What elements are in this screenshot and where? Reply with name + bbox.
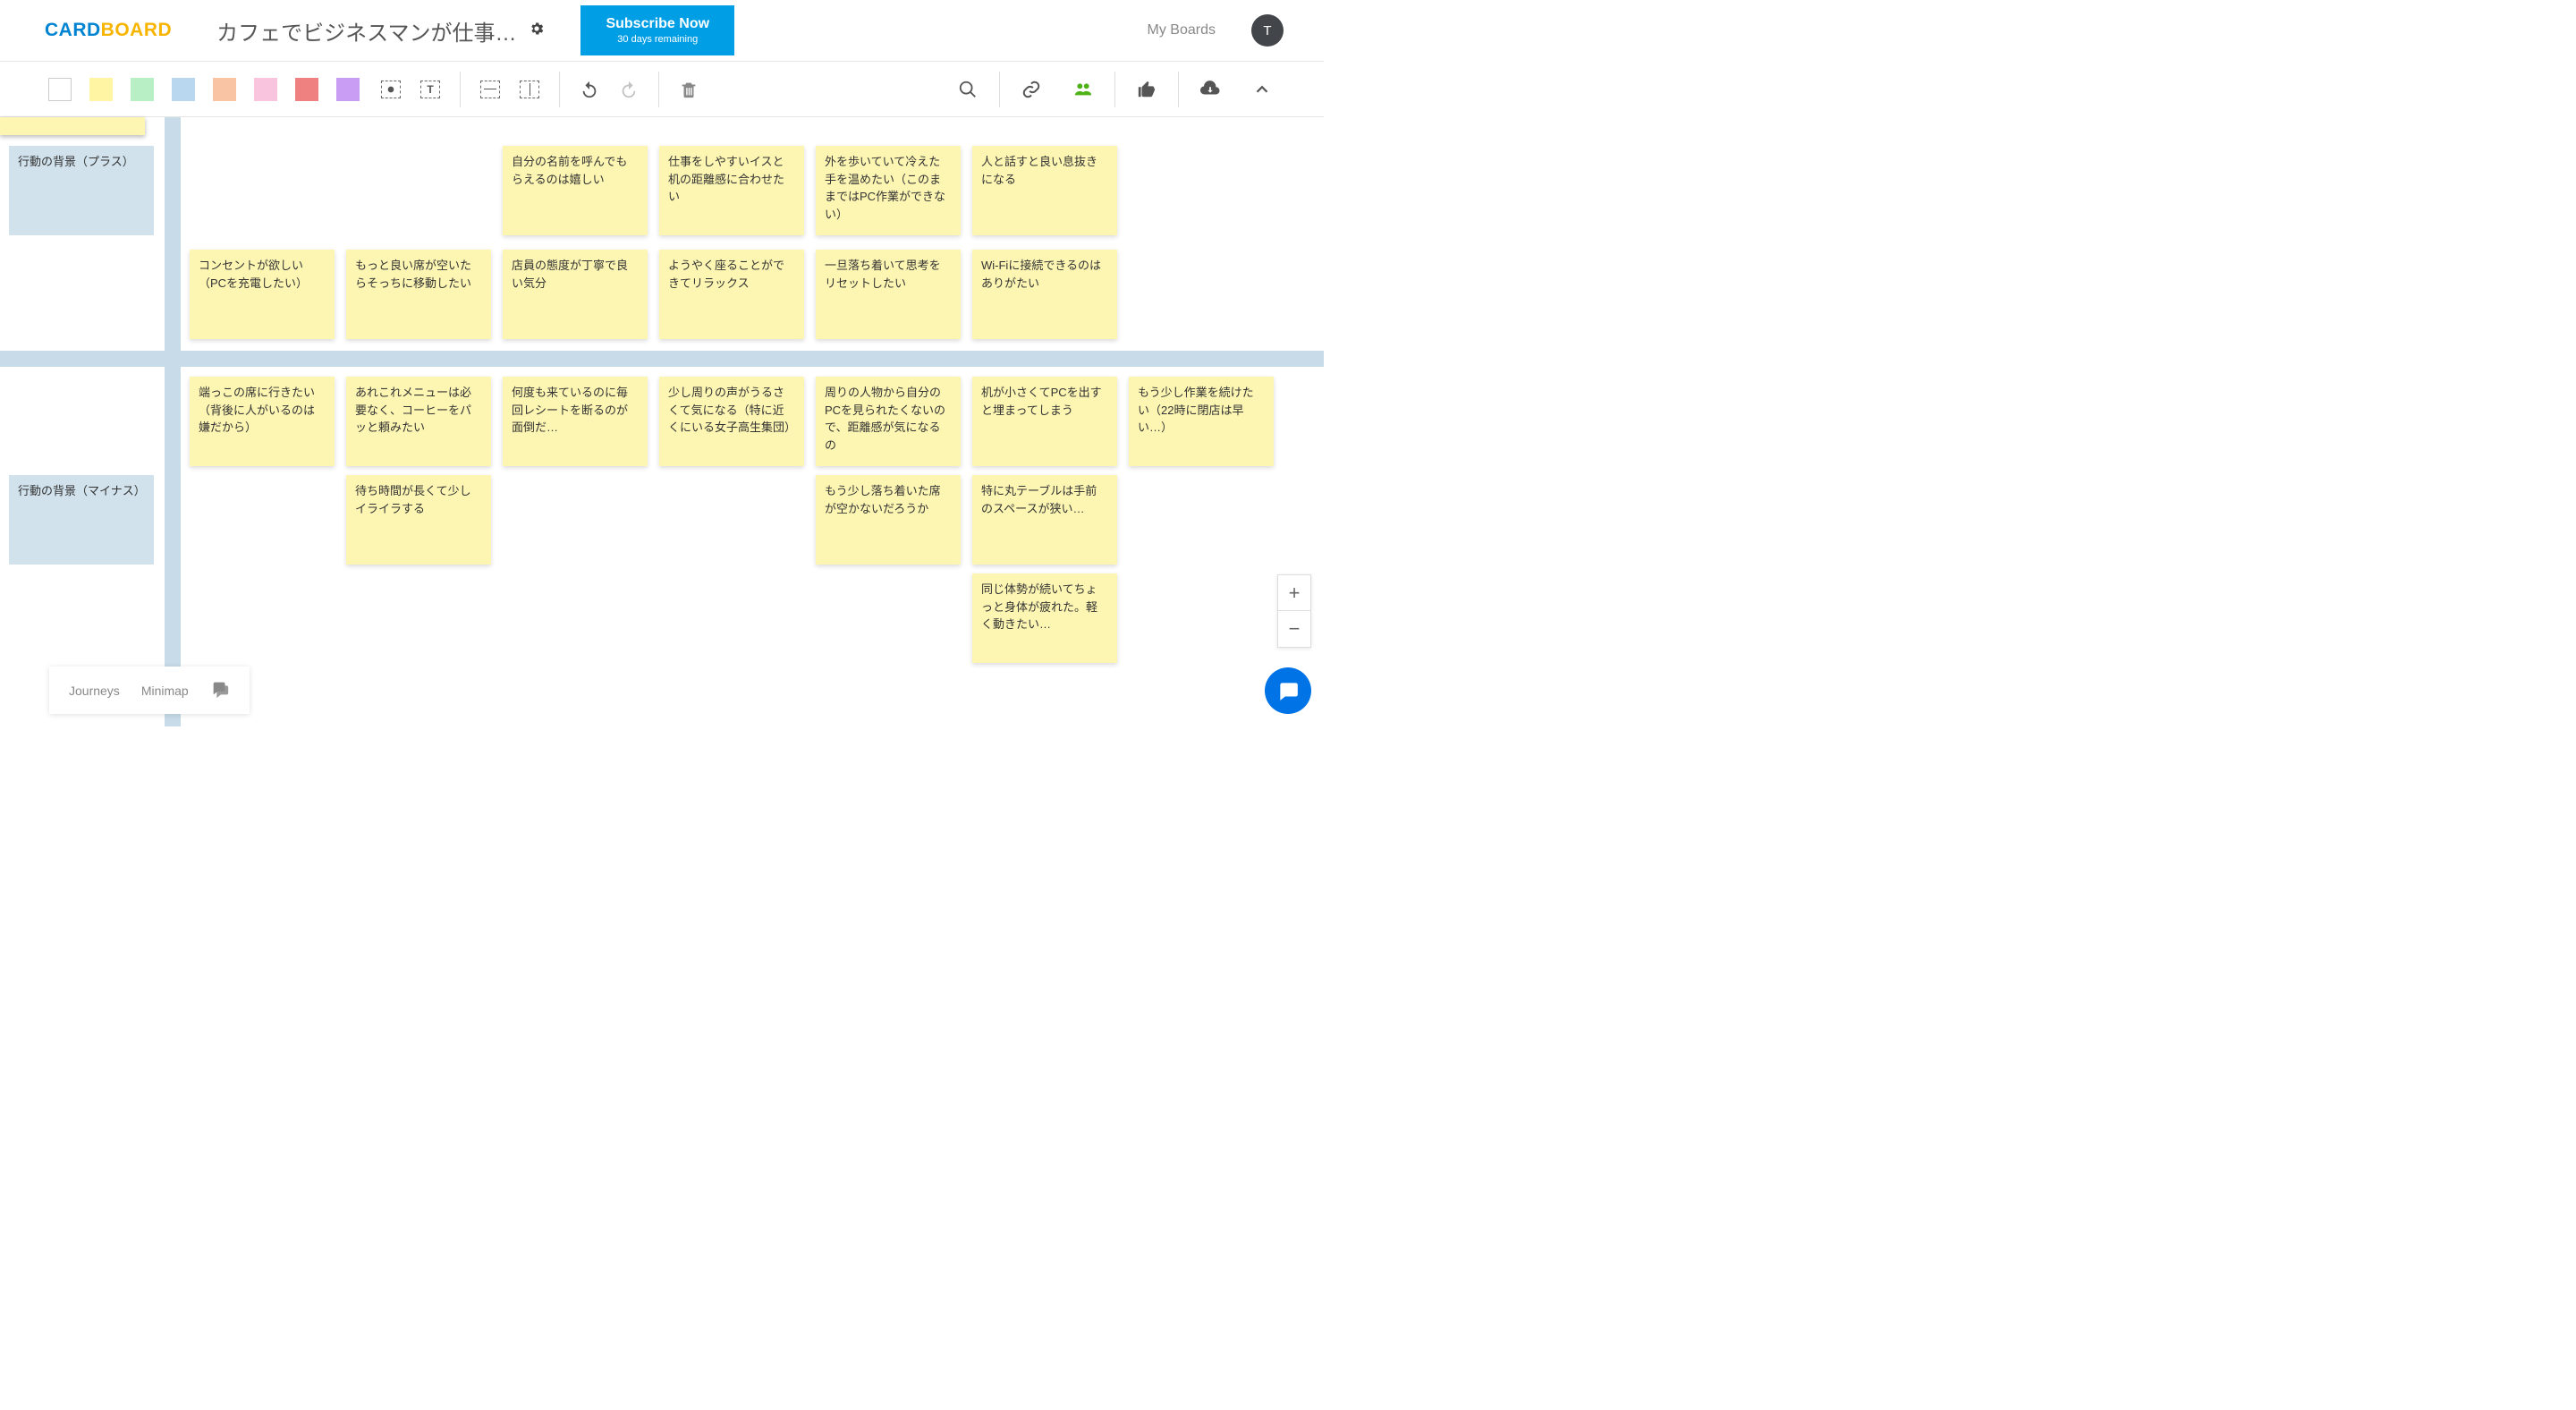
divider <box>559 72 560 107</box>
color-swatch-white[interactable] <box>48 78 72 101</box>
journeys-tab[interactable]: Journeys <box>69 684 120 698</box>
app-header: CARDBOARD カフェでビジネスマンが仕事… Subscribe Now 3… <box>0 0 1324 62</box>
card[interactable]: もっと良い席が空いたらそっちに移動したい <box>346 250 491 339</box>
subscribe-label: Subscribe Now <box>606 16 709 32</box>
row-label-plus[interactable]: 行動の背景（プラス） <box>9 146 154 235</box>
card[interactable]: 一旦落ち着いて思考をリセットしたい <box>816 250 961 339</box>
card[interactable]: もう少し作業を続けたい（22時に閉店は早い…） <box>1129 377 1274 466</box>
download-button[interactable] <box>1197 76 1224 103</box>
horizontal-band <box>0 351 1324 367</box>
avatar[interactable]: T <box>1251 14 1284 47</box>
divider <box>999 72 1000 107</box>
card[interactable]: 少し周りの声がうるさくて気になる（特に近くにいる女子高生集団） <box>659 377 804 466</box>
card[interactable] <box>0 117 145 135</box>
minimap-tab[interactable]: Minimap <box>141 684 189 698</box>
logo-part1: CARD <box>45 20 101 40</box>
card[interactable]: 店員の態度が丁寧で良い気分 <box>503 250 648 339</box>
card[interactable]: 何度も来ているのに毎回レシートを断るのが面倒だ… <box>503 377 648 466</box>
card[interactable]: 周りの人物から自分のPCを見られたくないので、距離感が気になるの <box>816 377 961 466</box>
comments-icon[interactable] <box>210 679 230 701</box>
board-canvas[interactable]: 行動の背景（プラス） 行動の背景（マイナス） 自分の名前を呼んでもらえるのは嬉し… <box>0 117 1324 726</box>
color-swatch-pink[interactable] <box>254 78 277 101</box>
color-swatch-red[interactable] <box>295 78 318 101</box>
zoom-out-button[interactable]: − <box>1278 611 1310 647</box>
card[interactable]: Wi-Fiに接続できるのはありがたい <box>972 250 1117 339</box>
thumbs-up-button[interactable] <box>1133 76 1160 103</box>
subscribe-sub: 30 days remaining <box>606 34 709 45</box>
logo-part2: BOARD <box>101 20 173 40</box>
trash-button[interactable] <box>675 76 702 103</box>
toolbar: T <box>0 62 1324 117</box>
card[interactable]: 自分の名前を呼んでもらえるのは嬉しい <box>503 146 648 235</box>
card[interactable]: ようやく座ることができてリラックス <box>659 250 804 339</box>
search-button[interactable] <box>954 76 981 103</box>
card[interactable]: もう少し落ち着いた席が空かないだろうか <box>816 475 961 565</box>
undo-button[interactable] <box>576 76 603 103</box>
card[interactable]: 待ち時間が長くて少しイライラする <box>346 475 491 565</box>
card[interactable]: 特に丸テーブルは手前のスペースが狭い… <box>972 475 1117 565</box>
hline-tool-button[interactable] <box>477 76 504 103</box>
card[interactable]: 同じ体勢が続いてちょっと身体が疲れた。軽く動きたい… <box>972 573 1117 663</box>
subscribe-button[interactable]: Subscribe Now 30 days remaining <box>580 5 734 55</box>
color-swatch-orange[interactable] <box>213 78 236 101</box>
card[interactable]: 机が小さくてPCを出すと埋まってしまう <box>972 377 1117 466</box>
card[interactable]: あれこれメニューは必要なく、コーヒーをパッと頼みたい <box>346 377 491 466</box>
card[interactable]: 外を歩いていて冷えた手を温めたい（このままではPC作業ができない） <box>816 146 961 235</box>
board-title[interactable]: カフェでビジネスマンが仕事… <box>216 15 516 47</box>
chat-button[interactable] <box>1265 667 1311 714</box>
divider <box>1178 72 1179 107</box>
color-swatch-purple[interactable] <box>336 78 360 101</box>
card[interactable]: コンセントが欲しい（PCを充電したい） <box>190 250 335 339</box>
color-swatch-yellow[interactable] <box>89 78 113 101</box>
row-label-minus[interactable]: 行動の背景（マイナス） <box>9 475 154 565</box>
footer-bar: Journeys Minimap <box>49 667 250 714</box>
redo-button[interactable] <box>615 76 642 103</box>
collapse-button[interactable] <box>1249 76 1275 103</box>
gear-icon[interactable] <box>529 21 545 41</box>
color-swatch-green[interactable] <box>131 78 154 101</box>
my-boards-link[interactable]: My Boards <box>1148 22 1216 38</box>
divider <box>1114 72 1115 107</box>
divider <box>658 72 659 107</box>
card[interactable]: 端っこの席に行きたい（背後に人がいるのは嫌だから） <box>190 377 335 466</box>
image-tool-button[interactable] <box>377 76 404 103</box>
card[interactable]: 人と話すと良い息抜きになる <box>972 146 1117 235</box>
zoom-in-button[interactable]: + <box>1278 575 1310 611</box>
card[interactable]: 仕事をしやすいイスと机の距離感に合わせたい <box>659 146 804 235</box>
divider <box>460 72 461 107</box>
logo[interactable]: CARDBOARD <box>45 20 172 41</box>
vertical-band <box>165 117 181 726</box>
people-button[interactable] <box>1070 76 1097 103</box>
text-tool-button[interactable]: T <box>417 76 444 103</box>
vline-tool-button[interactable] <box>516 76 543 103</box>
link-button[interactable] <box>1018 76 1045 103</box>
zoom-control: + − <box>1277 574 1311 648</box>
color-swatch-blue[interactable] <box>172 78 195 101</box>
